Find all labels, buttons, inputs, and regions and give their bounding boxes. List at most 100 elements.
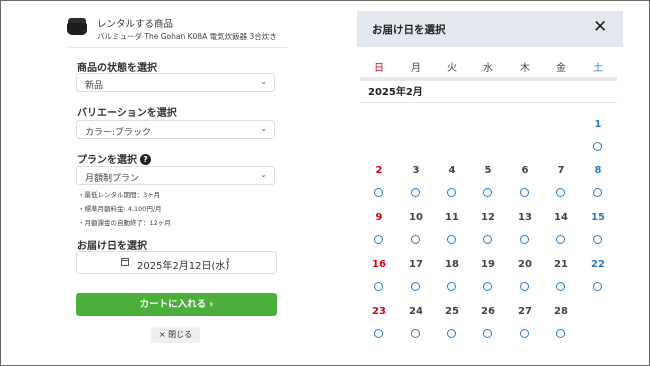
weekday-3: 水 — [483, 63, 493, 74]
condition-value: 新品 — [85, 81, 104, 91]
calendar-day[interactable]: 1 — [586, 119, 610, 130]
available-circle-icon[interactable] — [447, 282, 456, 291]
calendar-day[interactable]: 25 — [440, 306, 464, 317]
calendar-day[interactable]: 27 — [513, 306, 537, 317]
rice-cooker-image — [67, 18, 87, 36]
condition-select[interactable]: 新品 ⌄ — [76, 73, 275, 92]
calendar-day[interactable]: 12 — [476, 212, 500, 223]
available-circle-icon[interactable] — [374, 188, 383, 197]
calendar-day[interactable]: 7 — [549, 165, 573, 176]
calendar-day[interactable]: 11 — [440, 212, 464, 223]
month-label: 2025年2月 — [368, 87, 423, 98]
calendar-day[interactable]: 21 — [549, 259, 573, 270]
delivery-label: お届け日を選択 — [77, 241, 147, 252]
available-circle-icon[interactable] — [520, 235, 529, 244]
chevron-down-icon: ⌄ — [260, 77, 267, 86]
calendar-day[interactable]: 17 — [404, 259, 428, 270]
plan-note-monthly-fee: ・標準月額料金: 4,100円/月 — [78, 205, 162, 213]
available-circle-icon[interactable] — [374, 282, 383, 291]
condition-label: 商品の状態を選択 — [77, 63, 157, 74]
calendar-day[interactable]: 10 — [404, 212, 428, 223]
calendar-day[interactable]: 19 — [476, 259, 500, 270]
available-circle-icon[interactable] — [593, 188, 602, 197]
calendar-day[interactable]: 20 — [513, 259, 537, 270]
up-down-icon: ⇕ — [225, 257, 231, 265]
window-frame: レンタルする商品 バルミューダ The Gohan K08A 電気炊飯器 3合炊… — [0, 0, 650, 366]
calendar-day[interactable]: 18 — [440, 259, 464, 270]
help-icon[interactable]: ? — [140, 154, 151, 165]
available-circle-icon[interactable] — [447, 235, 456, 244]
calendar-day[interactable]: 14 — [549, 212, 573, 223]
calendar-day[interactable]: 28 — [549, 306, 573, 317]
weekday-1: 月 — [411, 63, 421, 74]
plan-label: プランを選択? — [77, 151, 151, 166]
calendar-day[interactable]: 3 — [404, 165, 428, 176]
available-circle-icon[interactable] — [411, 235, 420, 244]
calendar-day[interactable]: 4 — [440, 165, 464, 176]
available-circle-icon[interactable] — [593, 235, 602, 244]
delivery-date-picker[interactable]: 2025年2月12日(水) ⇕ — [76, 251, 277, 274]
product-heading: レンタルする商品 — [97, 19, 174, 30]
available-circle-icon[interactable] — [593, 142, 602, 151]
close-button[interactable]: × 閉じる — [151, 327, 200, 343]
available-circle-icon[interactable] — [483, 282, 492, 291]
plan-label-text: プランを選択 — [77, 155, 137, 166]
available-circle-icon[interactable] — [556, 235, 565, 244]
month-divider — [360, 102, 617, 103]
calendar-day[interactable]: 26 — [476, 306, 500, 317]
available-circle-icon[interactable] — [483, 188, 492, 197]
weekday-0: 日 — [374, 63, 384, 74]
calendar-day[interactable]: 13 — [513, 212, 537, 223]
chevron-down-icon: ⌄ — [260, 124, 267, 133]
calendar-day[interactable]: 23 — [367, 306, 391, 317]
plan-note-min-period: ・最低レンタル期間：3ヶ月 — [78, 191, 161, 199]
variation-label: バリエーションを選択 — [77, 108, 177, 119]
calendar-day[interactable]: 8 — [586, 165, 610, 176]
add-to-cart-button[interactable]: カートに入れる › — [76, 293, 277, 316]
available-circle-icon[interactable] — [447, 329, 456, 338]
calendar-day[interactable]: 5 — [476, 165, 500, 176]
rental-form-panel: レンタルする商品 バルミューダ The Gohan K08A 電気炊飯器 3合炊… — [1, 1, 356, 365]
product-name: バルミューダ The Gohan K08A 電気炊飯器 3合炊き — [97, 32, 277, 41]
close-icon[interactable]: ✕ — [593, 17, 607, 37]
delivery-date-value: 2025年2月12日(水) — [137, 261, 230, 272]
available-circle-icon[interactable] — [520, 329, 529, 338]
calendar-day[interactable]: 16 — [367, 259, 391, 270]
calendar-icon — [121, 258, 129, 266]
available-circle-icon[interactable] — [374, 235, 383, 244]
available-circle-icon[interactable] — [411, 188, 420, 197]
product-summary: レンタルする商品 バルミューダ The Gohan K08A 電気炊飯器 3合炊… — [67, 15, 287, 48]
available-circle-icon[interactable] — [556, 282, 565, 291]
available-circle-icon[interactable] — [411, 329, 420, 338]
weekday-divider — [360, 77, 617, 81]
calendar-day[interactable]: 24 — [404, 306, 428, 317]
available-circle-icon[interactable] — [520, 188, 529, 197]
plan-note-auto-end: ・月額課金の自動終了：12ヶ月 — [78, 219, 171, 227]
available-circle-icon[interactable] — [447, 188, 456, 197]
available-circle-icon[interactable] — [374, 329, 383, 338]
available-circle-icon[interactable] — [593, 282, 602, 291]
calendar-title: お届け日を選択 — [372, 24, 446, 36]
calendar-day[interactable]: 9 — [367, 212, 391, 223]
variation-value: カラー:ブラック — [85, 128, 152, 138]
calendar-header: お届け日を選択 ✕ — [357, 11, 623, 47]
weekday-4: 木 — [520, 63, 530, 74]
calendar-panel: お届け日を選択 ✕ 日月火水木金土 2025年2月 1 2 3 4 5 6 7 8 9 10 11 1… — [357, 11, 623, 365]
variation-select[interactable]: カラー:ブラック ⌄ — [76, 120, 275, 139]
available-circle-icon[interactable] — [556, 188, 565, 197]
available-circle-icon[interactable] — [411, 282, 420, 291]
weekday-2: 火 — [447, 63, 457, 74]
calendar-day[interactable]: 15 — [586, 212, 610, 223]
available-circle-icon[interactable] — [483, 235, 492, 244]
calendar-day[interactable]: 22 — [586, 259, 610, 270]
available-circle-icon[interactable] — [520, 282, 529, 291]
available-circle-icon[interactable] — [556, 329, 565, 338]
weekday-5: 金 — [556, 63, 566, 74]
calendar-day[interactable]: 6 — [513, 165, 537, 176]
plan-select[interactable]: 月額制プラン ⌄ — [76, 166, 275, 185]
calendar-day[interactable]: 2 — [367, 165, 391, 176]
chevron-down-icon: ⌄ — [260, 170, 267, 179]
plan-value: 月額制プラン — [85, 174, 140, 184]
available-circle-icon[interactable] — [483, 329, 492, 338]
weekday-6: 土 — [593, 63, 603, 74]
